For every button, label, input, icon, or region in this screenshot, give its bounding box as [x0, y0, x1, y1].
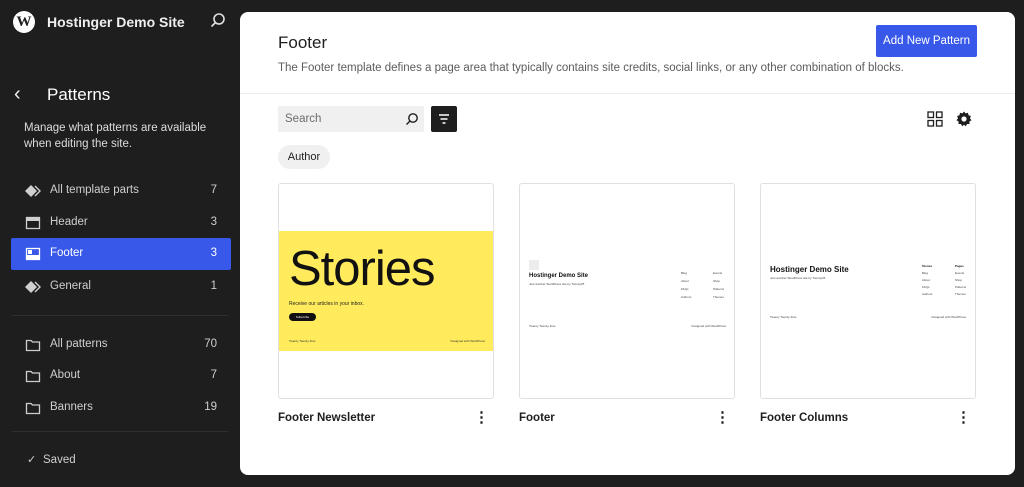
sidebar-item-label: Header — [50, 216, 88, 228]
folder-icon — [25, 370, 41, 383]
preview-tagline: Just another WordPress site by Twenty25 — [770, 276, 826, 280]
newsletter-preview: Stories Receive our articles in your inb… — [279, 231, 493, 351]
preview-footer-right: Designed with WordPress — [450, 339, 485, 343]
pattern-card-preview[interactable]: Stories Receive our articles in your inb… — [278, 183, 494, 399]
sidebar-item-label: Banners — [50, 401, 93, 413]
search-icon[interactable] — [208, 11, 228, 31]
sidebar-title: Patterns — [47, 85, 111, 104]
preview-button: Subscribe — [289, 313, 316, 321]
more-options-icon[interactable]: ⋮ — [956, 409, 971, 427]
sidebar-divider — [12, 315, 228, 316]
more-options-icon[interactable]: ⋮ — [715, 409, 730, 427]
author-filter-chip[interactable]: Author — [278, 145, 330, 169]
sidebar-item-all-patterns[interactable]: All patterns 70 — [11, 329, 231, 361]
sidebar-item-count: 7 — [210, 184, 217, 196]
sidebar-item-label: General — [50, 280, 91, 292]
pattern-card-title[interactable]: Footer Newsletter — [278, 412, 375, 424]
sidebar-divider — [12, 431, 228, 432]
gear-icon[interactable] — [955, 110, 973, 128]
footer-icon — [25, 247, 41, 261]
folder-icon — [25, 339, 41, 352]
site-bar: W Hostinger Demo Site — [0, 0, 240, 44]
sidebar-description: Manage what patterns are available when … — [24, 122, 207, 150]
search-field[interactable] — [278, 106, 424, 132]
sidebar-item-label: Footer — [50, 247, 84, 259]
folder-icon — [25, 402, 41, 415]
main-panel: Footer The Footer template defines a pag… — [240, 12, 1015, 475]
sidebar-item-header[interactable]: Header 3 — [11, 207, 231, 239]
preview-links-column: Blog About FAQs Authors — [681, 271, 692, 299]
sidebar-item-count: 1 — [210, 280, 217, 292]
sidebar-item-label: All template parts — [50, 184, 139, 196]
sidebar-item-count: 70 — [204, 338, 217, 350]
preview-footer-right: Designed with WordPress — [691, 324, 726, 328]
preview-text: Receive our articles in your inbox. — [289, 301, 365, 307]
header-icon — [25, 216, 41, 230]
pattern-card-title[interactable]: Footer Columns — [760, 412, 848, 424]
diamond-icon — [25, 281, 41, 293]
preview-heading: Stories — [289, 242, 436, 296]
page-title: Footer — [278, 33, 328, 52]
sidebar: W Hostinger Demo Site ‹ Patterns Manage … — [0, 0, 240, 487]
preview-site-logo — [529, 260, 539, 270]
more-options-icon[interactable]: ⋮ — [474, 409, 489, 427]
preview-tagline: Just another WordPress site by Twenty25 — [529, 282, 585, 286]
sidebar-item-label: All patterns — [50, 338, 108, 350]
header-divider — [240, 93, 1015, 94]
add-new-pattern-button[interactable]: Add New Pattern — [876, 25, 977, 57]
check-icon: ✓ — [27, 454, 37, 466]
sidebar-item-general[interactable]: General 1 — [11, 271, 231, 303]
sidebar-item-count: 3 — [210, 247, 217, 259]
filter-button[interactable] — [431, 106, 457, 132]
pattern-card-preview[interactable]: Hostinger Demo Site Just another WordPre… — [760, 183, 976, 399]
save-status: Saved — [43, 454, 76, 466]
sidebar-item-about[interactable]: About 7 — [11, 360, 231, 392]
preview-links-column: Stories Blog About FAQs Authors — [922, 264, 933, 296]
pattern-card-preview[interactable]: Hostinger Demo Site Just another WordPre… — [519, 183, 735, 399]
sidebar-item-label: About — [50, 369, 81, 381]
preview-links-column: Events Shop Patterns Themes — [713, 271, 725, 299]
page-description: The Footer template defines a page area … — [278, 62, 904, 74]
sidebar-item-all-template-parts[interactable]: All template parts 7 — [11, 175, 231, 207]
preview-footer-right: Designed with WordPress — [931, 315, 966, 319]
sidebar-item-count: 3 — [210, 216, 217, 228]
search-input[interactable] — [278, 106, 396, 132]
preview-footer-left: Twenty Twenty-Five — [770, 315, 797, 319]
sidebar-item-count: 19 — [204, 401, 217, 413]
site-title[interactable]: Hostinger Demo Site — [47, 14, 185, 30]
filter-icon — [439, 114, 449, 124]
preview-site-title: Hostinger Demo Site — [529, 273, 589, 279]
preview-footer-left: Twenty Twenty-Five — [289, 339, 316, 343]
pattern-card-title[interactable]: Footer — [519, 412, 555, 424]
wordpress-logo-icon[interactable]: W — [13, 11, 35, 33]
sidebar-item-count: 7 — [210, 369, 217, 381]
sidebar-item-banners[interactable]: Banners 19 — [11, 392, 231, 424]
preview-links-column: Pages Events Shop Patterns Themes — [955, 264, 967, 296]
preview-site-title: Hostinger Demo Site — [770, 265, 849, 274]
search-icon — [406, 113, 418, 125]
sidebar-item-footer[interactable]: Footer 3 — [11, 238, 231, 270]
grid-view-icon[interactable] — [927, 111, 943, 127]
diamond-icon — [25, 185, 41, 197]
back-chevron-icon[interactable]: ‹ — [14, 84, 34, 104]
preview-footer-left: Twenty Twenty-Five — [529, 324, 556, 328]
